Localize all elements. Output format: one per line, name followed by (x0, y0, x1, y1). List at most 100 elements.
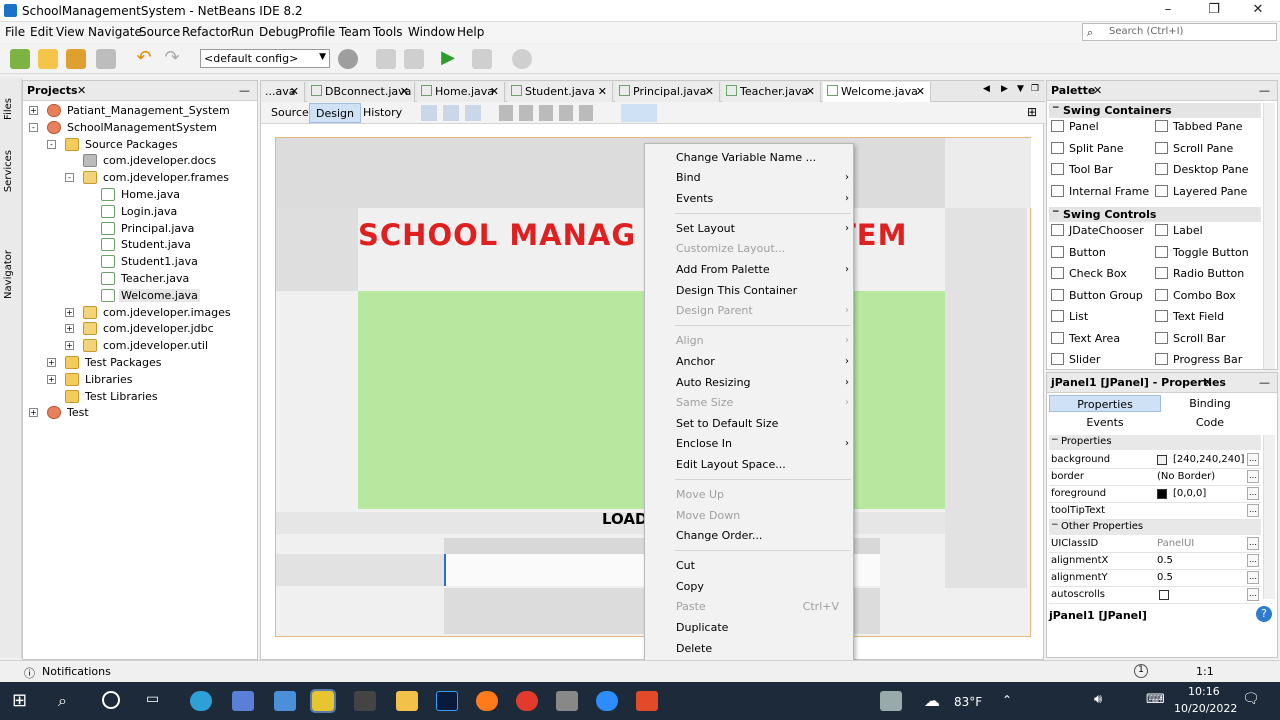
tree-item[interactable]: + Test (23, 405, 257, 421)
ellipsis-button[interactable]: … (1247, 503, 1259, 517)
close-tab-icon[interactable]: ✕ (490, 85, 499, 98)
files-tab[interactable]: Files (3, 98, 14, 120)
palette-item-check-box[interactable]: Check Box (1051, 267, 1127, 280)
palette-item-text-area[interactable]: Text Area (1051, 331, 1120, 345)
property-value[interactable]: (No Border) (1157, 471, 1215, 482)
menu-item-set-to-default-size[interactable]: Set to Default Size (676, 417, 778, 430)
mail-icon[interactable] (274, 691, 296, 711)
close-tab-icon[interactable]: ✕ (916, 85, 925, 98)
profile-icon[interactable] (512, 49, 532, 69)
palette-item-layered-pane[interactable]: Layered Pane (1155, 184, 1247, 198)
property-value[interactable]: 0.5 (1157, 555, 1173, 566)
expand-icon[interactable]: + (29, 408, 38, 418)
palette-item-scroll-bar[interactable]: Scroll Bar (1155, 331, 1225, 345)
windows-start-icon[interactable]: ⊞ (12, 691, 34, 711)
weather-temp[interactable]: 83°F (954, 695, 982, 709)
minimize-properties-icon[interactable]: — (1259, 376, 1270, 389)
collapse-icon[interactable]: − (1051, 520, 1059, 530)
menu-edit[interactable]: Edit (30, 25, 53, 39)
weather-icon[interactable]: ☁ (924, 691, 946, 711)
palette-category[interactable]: Swing Containers − (1049, 103, 1261, 118)
palette-item-slider[interactable]: Slider (1051, 353, 1100, 366)
menu-help[interactable]: Help (457, 25, 484, 39)
undo-icon[interactable]: ↶ (134, 49, 154, 69)
firefox-icon[interactable] (476, 691, 498, 711)
netbeans-task-icon[interactable] (310, 689, 336, 713)
palette-item-panel[interactable]: Panel (1051, 120, 1099, 133)
tab-nav-icon[interactable]: ▼ (1017, 84, 1024, 94)
menu-run[interactable]: Run (231, 25, 254, 39)
new-file-icon[interactable] (10, 49, 30, 69)
menu-item-edit-layout-space[interactable]: Edit Layout Space... (676, 458, 786, 471)
tab-principal-java[interactable]: Principal.java ✕ (615, 82, 720, 102)
tree-item[interactable]: Home.java (23, 187, 257, 203)
menu-item-anchor[interactable]: Anchor (676, 355, 715, 368)
calculator-icon[interactable] (556, 691, 578, 711)
menu-item-bind[interactable]: Bind (676, 171, 701, 184)
ellipsis-button[interactable]: … (1247, 452, 1259, 466)
config-select[interactable]: <default config> ▼ (200, 49, 330, 68)
close-properties-icon[interactable]: ✕ (1203, 376, 1212, 389)
menu-item-duplicate[interactable]: Duplicate (676, 621, 728, 634)
form-title-label[interactable]: SCHOOL MANAG (358, 218, 636, 252)
palette-item-split-pane[interactable]: Split Pane (1051, 141, 1124, 155)
clock-time[interactable]: 10:16 (1188, 685, 1220, 698)
tree-item[interactable]: Teacher.java (23, 271, 257, 287)
ellipsis-button[interactable]: … (1247, 588, 1259, 601)
tree-item[interactable]: Student.java (23, 237, 257, 253)
palette-item-label[interactable]: Label (1155, 224, 1203, 237)
menu-item-change-order[interactable]: Change Order... (676, 529, 762, 542)
properties-tab-binding[interactable]: Binding (1157, 395, 1263, 412)
palette-item-scroll-pane[interactable]: Scroll Pane (1155, 141, 1233, 155)
tab-nav-icon[interactable]: ❐ (1031, 84, 1039, 94)
tree-item[interactable]: Test Libraries (23, 389, 257, 405)
ellipsis-button[interactable]: … (1247, 554, 1259, 567)
tree-item[interactable]: + Libraries (23, 372, 257, 388)
property-row-foreground[interactable]: foreground [0,0,0]… (1049, 486, 1261, 503)
task-view-icon[interactable]: ▭ (146, 691, 168, 711)
palette-item-button[interactable]: Button (1051, 245, 1106, 259)
property-value[interactable]: 0.5 (1157, 572, 1173, 583)
expand-icon[interactable]: + (47, 358, 56, 367)
volume-icon[interactable]: 🔊︎ (1094, 692, 1102, 707)
tree-item[interactable]: + Test Packages (23, 355, 257, 371)
property-row-tooltiptext[interactable]: toolTipText… (1049, 503, 1261, 520)
tab-student-java[interactable]: Student.java ✕ (507, 82, 613, 102)
close-tab-icon[interactable]: ✕ (400, 85, 409, 98)
tree-item[interactable]: + com.jdeveloper.jdbc (23, 321, 257, 337)
palette-item-progress-bar[interactable]: Progress Bar (1155, 353, 1242, 366)
close-tab-icon[interactable]: ✕ (806, 85, 815, 98)
connection-mode-icon[interactable] (443, 105, 459, 121)
build-icon[interactable] (376, 49, 396, 69)
menu-item-enclose-in[interactable]: Enclose In (676, 437, 732, 450)
tray-chevron-icon[interactable]: ⌃ (1002, 693, 1012, 707)
app-task-icon[interactable] (354, 691, 376, 711)
tab-teacher-java[interactable]: Teacher.java ✕ (722, 82, 821, 102)
loading-label[interactable]: LOAD (602, 510, 647, 528)
checkbox[interactable] (1159, 590, 1169, 600)
tab-home-java[interactable]: Home.java ✕ (417, 82, 505, 102)
palette-item-jdatechooser[interactable]: JDateChooser (1051, 224, 1144, 237)
collapse-icon[interactable]: − (1051, 435, 1059, 445)
tree-item[interactable]: Login.java (23, 204, 257, 220)
menu-item-copy[interactable]: Copy (676, 580, 704, 593)
palette-item-internal-frame[interactable]: Internal Frame (1051, 184, 1149, 198)
file-explorer-icon[interactable] (396, 691, 418, 711)
property-row-autoscrolls[interactable]: autoscrolls… (1049, 587, 1261, 604)
mode-history[interactable]: History (357, 103, 408, 123)
mode-source[interactable]: Source (265, 103, 315, 123)
tree-item[interactable]: Student1.java (23, 254, 257, 270)
maximize-editor-icon[interactable]: ⊞ (1027, 105, 1037, 119)
app-icon[interactable] (636, 691, 658, 711)
clean-build-icon[interactable] (404, 49, 424, 69)
redo-icon[interactable]: ↷ (162, 49, 182, 69)
properties-tab-properties[interactable]: Properties (1049, 395, 1161, 412)
minimize-button[interactable]: – (1148, 0, 1188, 22)
menu-item-set-layout[interactable]: Set Layout (676, 222, 735, 235)
tree-item[interactable]: + com.jdeveloper.images (23, 305, 257, 321)
menu-navigate[interactable]: Navigate (88, 25, 142, 39)
menu-item-change-variable-name[interactable]: Change Variable Name ... (676, 151, 816, 164)
palette-item-combo-box[interactable]: Combo Box (1155, 288, 1236, 302)
save-all-icon[interactable] (96, 49, 116, 69)
notifications-icon[interactable]: ⓘ (24, 665, 35, 681)
